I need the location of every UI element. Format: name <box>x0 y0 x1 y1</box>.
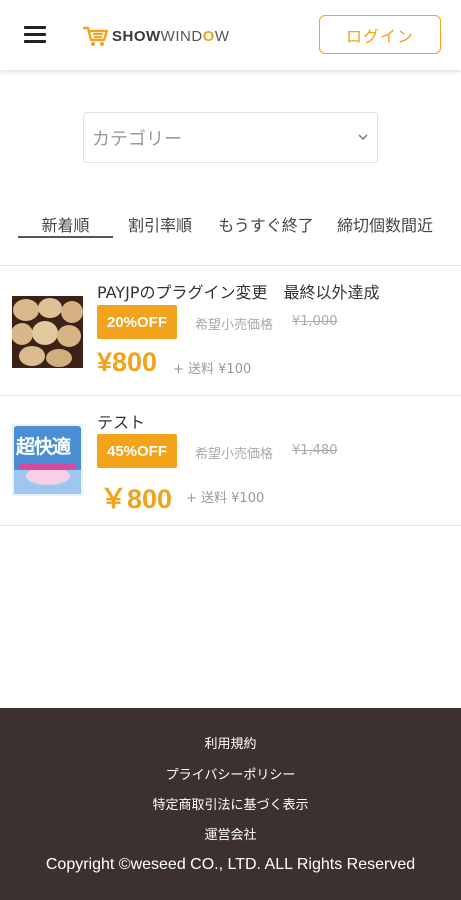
copyright: Copyright ©weseed CO., LTD. ALL Rights R… <box>45 856 416 873</box>
logo[interactable]: SHOWWINDOW <box>82 24 230 48</box>
sort-tabs: 新着順 割引率順 もうすぐ終了 締切個数間近 <box>0 200 461 242</box>
sale-price: ￥800 <box>100 484 173 514</box>
product-title: PAYJPのプラグイン変更 最終以外達成 <box>97 283 380 302</box>
site-footer: 利用規約 プライバシーポリシー 特定商取引法に基づく表示 運営会社 Copyri… <box>0 708 461 900</box>
shipping-fee: + 送料 ¥100 <box>173 362 252 377</box>
product-item[interactable]: PAYJPのプラグイン変更 最終以外達成 20%OFF 希望小売価格 ¥1,00… <box>0 266 461 394</box>
footer-link-company[interactable]: 運営会社 <box>0 824 461 843</box>
sale-price: ¥800 <box>97 347 158 377</box>
bread-rolls-image <box>12 296 83 368</box>
app-header: SHOWWINDOW ログイン <box>0 0 461 70</box>
login-button[interactable]: ログイン <box>319 15 441 54</box>
list-price: ¥1,480 <box>292 443 338 458</box>
category-select[interactable]: カテゴリー <box>83 112 378 163</box>
tab-deadline-near[interactable]: 締切個数間近 <box>330 200 440 242</box>
list-price-label: 希望小売価格 <box>195 447 274 462</box>
product-thumbnail: 超快適 <box>12 424 83 496</box>
hamburger-menu-icon[interactable] <box>24 26 46 44</box>
discount-badge: 45%OFF <box>97 434 177 468</box>
product-thumbnail <box>12 296 83 368</box>
category-placeholder: カテゴリー <box>92 128 182 150</box>
product-item[interactable]: 超快適 テスト 45%OFF 希望小売価格 ¥1,480 ￥800 + 送料 ¥… <box>0 396 461 524</box>
chevron-down-icon <box>358 134 368 141</box>
product-title: テスト <box>97 413 146 432</box>
list-divider <box>0 525 461 526</box>
tab-ending-soon[interactable]: もうすぐ終了 <box>212 200 320 242</box>
footer-link-commercial-law[interactable]: 特定商取引法に基づく表示 <box>0 794 461 813</box>
tab-newest[interactable]: 新着順 <box>18 200 113 242</box>
footer-link-terms[interactable]: 利用規約 <box>0 733 461 752</box>
shopping-cart-icon <box>83 26 108 46</box>
list-price: ¥1,000 <box>292 314 338 329</box>
list-price-label: 希望小売価格 <box>195 318 274 333</box>
tab-discount-rate[interactable]: 割引率順 <box>118 200 202 242</box>
logo-wordmark: SHOWWINDOW <box>112 27 230 45</box>
footer-link-privacy[interactable]: プライバシーポリシー <box>0 764 461 783</box>
shipping-fee: + 送料 ¥100 <box>186 491 265 506</box>
discount-badge: 20%OFF <box>97 305 177 339</box>
package-text: 超快適 <box>16 436 71 458</box>
